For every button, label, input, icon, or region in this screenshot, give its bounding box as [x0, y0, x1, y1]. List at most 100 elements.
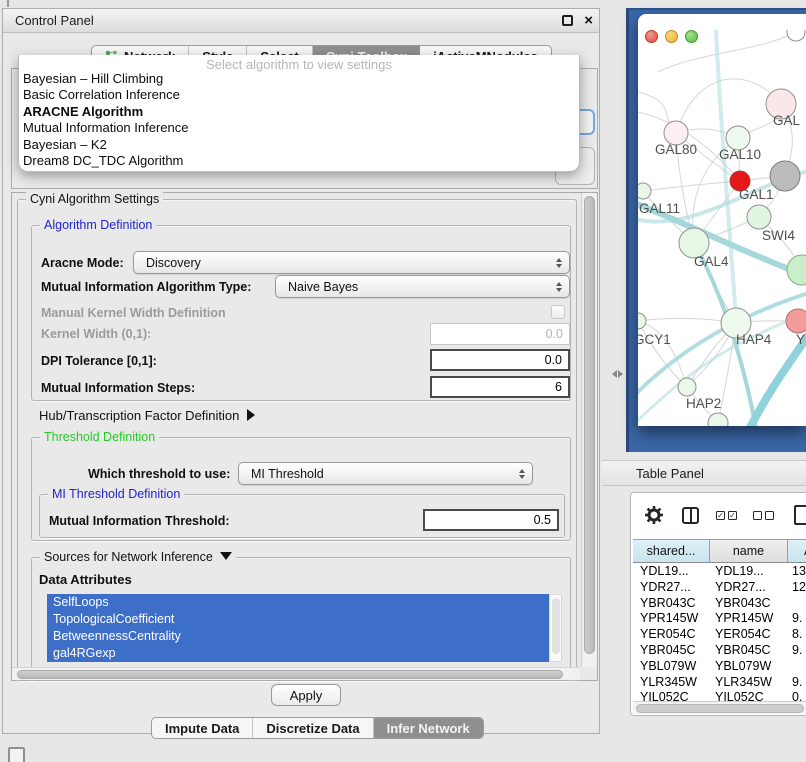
- list-item-selected[interactable]: BetweennessCentrality: [47, 628, 549, 645]
- collapse-right-icon: [618, 370, 623, 378]
- table-header-row: shared... name A: [633, 539, 806, 563]
- dpi-tolerance-field[interactable]: [430, 349, 570, 371]
- node-label: HAP2: [686, 396, 721, 411]
- node-swi4[interactable]: [747, 205, 771, 229]
- node-label: Y: [796, 332, 805, 347]
- document-icon[interactable]: [794, 505, 806, 525]
- column-view-icon[interactable]: [682, 507, 699, 524]
- dropdown-item[interactable]: Basic Correlation Inference: [19, 87, 579, 103]
- table-panel-title: Table Panel: [636, 466, 704, 481]
- node-label: GAL11: [639, 201, 680, 216]
- node-bottom-green[interactable]: [708, 413, 728, 426]
- table-horizontal-scrollbar: [633, 701, 806, 714]
- tab-impute-data[interactable]: Impute Data: [152, 718, 253, 738]
- attributes-scrollbar: [549, 594, 562, 662]
- mi-steps-field[interactable]: [430, 376, 570, 398]
- aracne-mode-combobox[interactable]: Discovery: [133, 251, 570, 274]
- chevron-right-icon: [247, 409, 255, 421]
- node-label: GAL10: [719, 147, 761, 162]
- dropdown-item[interactable]: Dream8 DC_TDC Algorithm: [19, 153, 579, 169]
- data-attributes-list: SelfLoops TopologicalCoefficient Between…: [47, 594, 549, 662]
- which-threshold-combobox[interactable]: MI Threshold: [238, 462, 533, 485]
- table-row[interactable]: YIL052CYIL052C0.: [633, 690, 806, 701]
- list-item-selected[interactable]: gal4RGexp: [47, 645, 549, 662]
- threshold-definition-title: Threshold Definition: [40, 430, 159, 444]
- table-row[interactable]: YBR045CYBR045C9.: [633, 643, 806, 659]
- combo-stepper-icon: [556, 258, 562, 268]
- collapse-left-icon: [612, 370, 617, 378]
- table-panel-titlebar: Table Panel: [602, 460, 806, 486]
- node-right-green[interactable]: [787, 255, 806, 285]
- node-label: GAL4: [694, 254, 729, 269]
- dropdown-item-highlighted[interactable]: ARACNE Algorithm: [19, 104, 579, 120]
- kernel-width-field[interactable]: [430, 323, 570, 345]
- settings-horizontal-scrollbar: [12, 667, 580, 680]
- combo-stepper-icon: [556, 282, 562, 292]
- node-label: GAL: [773, 113, 801, 128]
- dpi-tolerance-label: DPI Tolerance [0,1]:: [41, 354, 157, 368]
- table-toolbar: ✓✓: [631, 493, 806, 537]
- node-hap2[interactable]: [678, 378, 696, 396]
- node-label: HAP4: [736, 332, 772, 347]
- which-threshold-label: Which threshold to use:: [88, 467, 230, 481]
- list-item-selected[interactable]: TopologicalCoefficient: [47, 611, 549, 628]
- cyni-algorithm-settings-title: Cyni Algorithm Settings: [26, 192, 163, 206]
- table-row[interactable]: YBL079WYBL079W: [633, 659, 806, 675]
- mi-type-combobox[interactable]: Naive Bayes: [275, 275, 570, 298]
- close-icon[interactable]: ×: [584, 12, 593, 30]
- sources-title[interactable]: Sources for Network Inference: [40, 550, 236, 564]
- hub-definition-toggle[interactable]: Hub/Transcription Factor Definition: [39, 408, 255, 423]
- algorithm-dropdown-popup: Select algorithm to view settings Bayesi…: [18, 55, 580, 172]
- table-row[interactable]: YDR27...YDR27...12: [633, 580, 806, 596]
- node-label: GAL80: [655, 142, 697, 157]
- control-panel-titlebar: Control Panel ×: [3, 9, 599, 33]
- node-gray[interactable]: [770, 161, 800, 191]
- dropdown-item[interactable]: Bayesian – K2: [19, 137, 579, 153]
- column-header-partial[interactable]: A: [788, 540, 806, 562]
- table-hscrollbar-thumb[interactable]: [636, 704, 804, 713]
- control-panel-title: Control Panel: [15, 13, 94, 28]
- select-all-columns-icon[interactable]: ✓✓: [716, 511, 737, 520]
- node[interactable]: [787, 30, 805, 41]
- mi-threshold-label: Mutual Information Threshold:: [49, 514, 230, 528]
- list-item-selected[interactable]: SelfLoops: [47, 594, 549, 611]
- settings-hscrollbar-thumb[interactable]: [17, 670, 563, 679]
- node-gcy1[interactable]: [638, 313, 646, 329]
- top-left-tick: [7, 0, 9, 7]
- table-row[interactable]: YER054CYER054C8.: [633, 627, 806, 643]
- bottom-tabbar: Impute Data Discretize Data Infer Networ…: [151, 717, 484, 739]
- collapsed-panel-icon[interactable]: [8, 747, 25, 762]
- dropdown-item[interactable]: Mutual Information Inference: [19, 120, 579, 136]
- deselect-all-columns-icon[interactable]: [753, 511, 774, 520]
- manual-kernel-checkbox[interactable]: [551, 305, 565, 319]
- gear-icon[interactable]: [645, 506, 663, 524]
- mi-steps-label: Mutual Information Steps:: [41, 381, 195, 395]
- column-header-name[interactable]: name: [710, 540, 788, 562]
- tab-discretize-data[interactable]: Discretize Data: [253, 718, 373, 738]
- node-label: SWI4: [762, 228, 795, 243]
- table-row[interactable]: YDL19...YDL19...13: [633, 564, 806, 580]
- node-right-pink[interactable]: [786, 309, 806, 333]
- kernel-width-label: Kernel Width (0,1):: [41, 327, 151, 341]
- float-window-icon[interactable]: [562, 15, 573, 26]
- settings-vscrollbar-thumb[interactable]: [584, 196, 595, 654]
- table-row[interactable]: YBR043CYBR043C: [633, 596, 806, 612]
- dropdown-prompt: Select algorithm to view settings: [19, 55, 579, 71]
- chevron-down-icon: [220, 552, 232, 560]
- tab-infer-network[interactable]: Infer Network: [374, 718, 483, 738]
- table-row[interactable]: YPR145WYPR145W9.: [633, 611, 806, 627]
- node-gal11[interactable]: [638, 183, 651, 199]
- table-body: YDL19...YDL19...13 YDR27...YDR27...12 YB…: [633, 564, 806, 701]
- panel-splitter-handle[interactable]: [609, 366, 625, 382]
- algorithm-definition-title: Algorithm Definition: [40, 218, 156, 232]
- network-canvas[interactable]: GAL GAL80 GAL10 GAL1 GAL11 SWI4 GAL4 GCY…: [638, 30, 806, 426]
- attributes-scrollbar-thumb[interactable]: [552, 598, 560, 654]
- network-view-window: GAL GAL80 GAL10 GAL1 GAL11 SWI4 GAL4 GCY…: [638, 14, 806, 426]
- apply-button[interactable]: Apply: [271, 684, 341, 706]
- settings-vertical-scrollbar: [581, 193, 597, 667]
- dropdown-item[interactable]: Bayesian – Hill Climbing: [19, 71, 579, 87]
- table-row[interactable]: YLR345WYLR345W9.: [633, 675, 806, 691]
- column-header-shared-name[interactable]: shared...: [633, 540, 710, 562]
- table-panel: ✓✓ shared... name A YDL19...YDL19...13 Y…: [630, 492, 806, 716]
- mi-threshold-field[interactable]: [423, 509, 559, 531]
